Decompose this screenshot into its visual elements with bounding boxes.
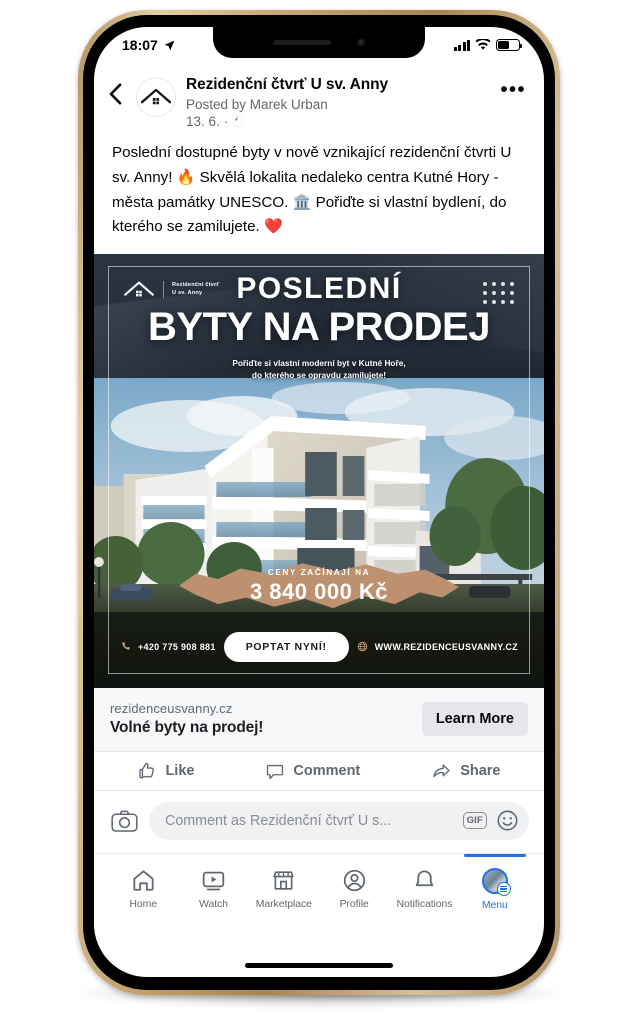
price-label: CENY ZAČÍNAJÍ NA (267, 568, 371, 578)
comment-button[interactable]: Comment (265, 761, 360, 781)
nav-item-marketplace[interactable]: Marketplace (249, 863, 319, 910)
creative-headline-1: POSLEDNÍ (236, 271, 402, 305)
globe-icon (357, 642, 367, 652)
nav-item-menu[interactable]: Menu (460, 853, 530, 911)
link-attachment-card[interactable]: rezidenceusvanny.cz Volné byty na prodej… (94, 687, 544, 752)
bottom-navigation-bar: Home Watch Marketplace Profile Notificat… (94, 852, 544, 913)
fire-emoji: 🔥 (176, 169, 196, 187)
link-attachment-text: rezidenceusvanny.cz Volné byty na prodej… (110, 701, 263, 737)
price-value: 3 840 000 Kč (249, 579, 389, 605)
location-arrow-icon (164, 40, 175, 50)
status-bar-left: 18:07 (122, 37, 176, 53)
smiley-icon[interactable] (496, 809, 519, 832)
wifi-icon (475, 39, 491, 50)
back-button[interactable] (108, 75, 134, 110)
phone-screen: 18:07 Rezidenční čtvrť U sv. Anny Posted… (94, 27, 544, 977)
phone-mockup-frame: 18:07 Rezidenční čtvrť U sv. Anny Posted… (78, 10, 560, 995)
home-indicator (245, 963, 393, 968)
avatar[interactable] (136, 77, 176, 117)
like-label: Like (165, 762, 195, 779)
creative-headline-block: POSLEDNÍ BYTY NA PRODEJ Pořiďte si vlast… (94, 271, 544, 381)
menu-avatar-icon (481, 867, 511, 896)
heart-emoji: ❤️ (263, 218, 283, 236)
camera-icon[interactable] (111, 809, 138, 833)
creative-cta-button[interactable]: POPTAT NYNÍ! (223, 631, 349, 662)
globe-icon (233, 116, 244, 128)
share-label: Share (460, 762, 501, 779)
chevron-left-icon (109, 83, 122, 105)
nav-label-profile: Profile (339, 897, 369, 910)
nav-label-marketplace: Marketplace (255, 897, 312, 910)
meta-separator: · (223, 114, 229, 130)
post-header-text: Rezidenční čtvrť U sv. Anny Posted by Ma… (186, 75, 500, 129)
learn-more-button[interactable]: Learn More (421, 701, 528, 736)
front-camera-icon (356, 38, 366, 47)
comment-input[interactable]: Comment as Rezidenční čtvrť U s... (165, 813, 454, 829)
nav-label-home: Home (129, 897, 157, 910)
phone-notch (213, 27, 425, 58)
gif-button[interactable]: GIF (462, 812, 487, 830)
nav-label-watch: Watch (199, 897, 228, 910)
post-date: 13. 6. (186, 114, 220, 130)
comment-composer: Comment as Rezidenční čtvrť U s... GIF (94, 791, 544, 853)
home-icon (133, 870, 154, 891)
post-meta: 13. 6. · (186, 114, 500, 129)
status-time: 18:07 (122, 37, 158, 53)
post-header: Rezidenční čtvrť U sv. Anny Posted by Ma… (94, 63, 544, 137)
nav-item-profile[interactable]: Profile (319, 863, 389, 910)
creative-phone-number: +420 775 908 881 (138, 641, 216, 652)
nav-item-notifications[interactable]: Notifications (389, 863, 459, 910)
share-button[interactable]: Share (431, 761, 501, 781)
creative-website[interactable]: WWW.REZIDENCEUSVANNY.CZ (357, 641, 518, 652)
bell-icon (415, 870, 434, 887)
like-button[interactable]: Like (137, 761, 194, 781)
page-logo-house-icon (141, 88, 171, 105)
more-options-icon[interactable]: ••• (500, 75, 526, 102)
creative-subtitle-line-1: Pořiďte si vlastní moderní byt v Kutné H… (232, 357, 406, 368)
screenshot-canvas: 18:07 Rezidenční čtvrť U sv. Anny Posted… (0, 0, 637, 1024)
status-bar-right (453, 39, 523, 51)
ad-creative-image[interactable]: Rezidenční čtvrť U sv. Anny POSLEDNÍ BYT… (94, 253, 544, 688)
link-title: Volné byty na prodej! (110, 718, 264, 736)
share-arrow-icon (433, 764, 450, 778)
active-tab-indicator (463, 853, 526, 857)
link-domain: rezidenceusvanny.cz (110, 700, 233, 716)
thumbs-up-icon (139, 762, 155, 779)
comment-label: Comment (293, 762, 361, 779)
nav-item-watch[interactable]: Watch (178, 863, 248, 910)
nav-item-home[interactable]: Home (108, 863, 178, 910)
comment-input-box[interactable]: Comment as Rezidenční čtvrť U s... GIF (149, 801, 529, 840)
nav-label-notifications: Notifications (396, 897, 453, 910)
creative-footer: +420 775 908 881 POPTAT NYNÍ! WWW.REZIDE… (120, 631, 518, 662)
hamburger-badge-icon (496, 881, 511, 896)
page-title[interactable]: Rezidenční čtvrť U sv. Anny (186, 76, 500, 95)
creative-subtitle-line-2: do kterého se opravdu zamilujete! (251, 369, 387, 380)
castle-emoji: 🏛️ (292, 193, 312, 211)
watch-video-icon (202, 871, 225, 891)
speaker-grille-icon (272, 40, 331, 45)
creative-phone[interactable]: +420 775 908 881 (120, 641, 216, 652)
battery-icon (496, 39, 523, 51)
profile-person-icon (343, 869, 365, 892)
post-action-bar: Like Comment Share (94, 752, 544, 791)
posted-by-label: Posted by Marek Urban (186, 96, 328, 112)
cellular-bars-icon (453, 39, 470, 51)
creative-subtitle: Pořiďte si vlastní moderní byt v Kutné H… (94, 357, 544, 381)
marketplace-storefront-icon (273, 871, 295, 890)
creative-headline-2: BYTY NA PRODEJ (148, 304, 490, 349)
comment-bubble-icon (267, 764, 284, 780)
phone-bezel: 18:07 Rezidenční čtvrť U sv. Anny Posted… (83, 15, 555, 990)
post-body-text: Poslední dostupné byty v nově vznikající… (94, 137, 544, 254)
creative-website-url: WWW.REZIDENCEUSVANNY.CZ (374, 641, 518, 652)
price-badge: CENY ZAČÍNAJÍ NA 3 840 000 Kč (179, 554, 459, 620)
nav-label-menu: Menu (481, 898, 508, 911)
phone-icon (122, 642, 130, 651)
